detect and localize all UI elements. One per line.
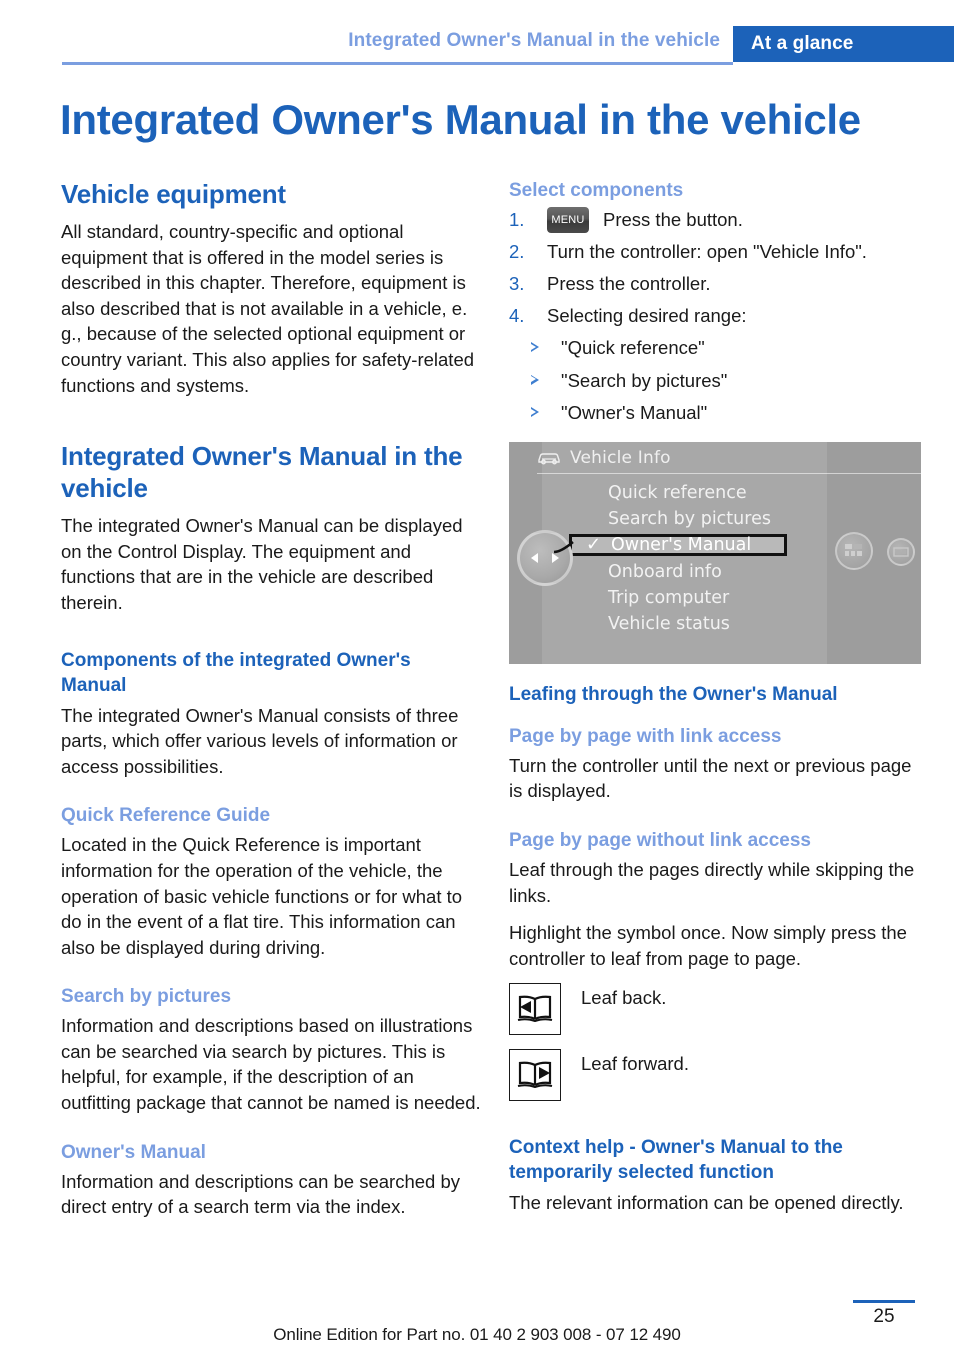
text-integrated-manual: The integrated Owner's Manual can be dis… — [61, 515, 463, 613]
option-item: "Owner's Manual" — [509, 400, 929, 426]
heading-vehicle-equipment: Vehicle equipment — [61, 179, 286, 209]
idrive-titlebar: Vehicle Info — [537, 448, 671, 468]
book-leaf-forward-icon — [509, 1049, 561, 1102]
step-item: 1. MENU Press the button. — [509, 207, 929, 233]
heading-page-with-link-access: Page by page with link access — [509, 725, 782, 747]
footer-rule — [853, 1300, 915, 1303]
header-section-tab-label: At a glance — [751, 33, 854, 54]
book-leaf-forward-glyph — [517, 1061, 553, 1089]
right-column: Select components 1. MENU Press the butt… — [509, 178, 929, 1216]
step-text: Selecting desired range: — [547, 305, 747, 326]
step-item: 2. Turn the controller: open "Vehicle In… — [509, 239, 929, 265]
header-section-tab: At a glance — [733, 26, 954, 62]
heading-quick-reference-guide: Quick Reference Guide — [61, 805, 271, 827]
step-number: 4. — [509, 305, 525, 326]
page-title: Integrated Owner's Manual in the vehicle — [60, 96, 861, 143]
idrive-menu-item-selected[interactable]: ✓ Owner's Manual — [569, 533, 787, 556]
step-number: 1. — [509, 209, 525, 230]
idrive-menu-list: Quick reference Search by pictures ✓ Own… — [569, 480, 855, 637]
menu-button-icon[interactable]: MENU — [547, 207, 589, 233]
heading-owners-manual: Owner's Manual — [61, 1141, 206, 1163]
display-glyph-icon — [893, 547, 909, 557]
left-column: Vehicle equipment All standard, country-… — [61, 178, 481, 1220]
option-label: "Owner's Manual" — [561, 402, 708, 424]
option-label: "Quick reference" — [561, 337, 705, 358]
symbol-row-leaf-back: Leaf back. — [509, 983, 929, 1036]
symbol-label-leaf-forward: Leaf forward. — [581, 1053, 689, 1075]
heading-integrated-manual: Integrated Owner's Manual in the vehicle — [61, 441, 463, 504]
step-number: 2. — [509, 241, 525, 262]
idrive-menu-item[interactable]: Trip computer — [605, 585, 855, 611]
heading-leafing: Leafing through the Owner's Manual — [509, 683, 838, 705]
header-rule — [62, 62, 733, 65]
keypad-glyph-icon — [845, 544, 862, 557]
idrive-screenshot: Vehicle Info Quick reference Search by p… — [509, 441, 921, 664]
book-leaf-back-icon — [509, 983, 561, 1036]
step-text: Turn the controller: open "Vehicle Info"… — [547, 241, 867, 262]
symbol-label-leaf-back: Leaf back. — [581, 987, 667, 1009]
page-header: Integrated Owner's Manual in the vehicle… — [0, 0, 954, 65]
heading-select-components: Select components — [509, 180, 684, 201]
idrive-menu-item[interactable]: Onboard info — [605, 559, 855, 585]
keypad-icon[interactable] — [835, 531, 873, 570]
controller-knob-icon[interactable] — [517, 529, 573, 586]
step-text: Press the button. — [603, 209, 743, 231]
step-number: 3. — [509, 273, 525, 294]
select-components-steps: 1. MENU Press the button. 2. Turn the co… — [509, 207, 929, 329]
symbol-row-leaf-forward: Leaf forward. — [509, 1049, 929, 1102]
triangle-bullet-icon — [531, 407, 539, 418]
checkmark-icon: ✓ — [586, 533, 602, 555]
text-owners-manual: Information and descriptions can be sear… — [61, 1170, 461, 1218]
heading-page-without-link-access: Page by page without link access — [509, 829, 811, 851]
text-page-without-link-access-2: Highlight the symbol once. Now simply pr… — [509, 922, 907, 969]
heading-search-by-pictures: Search by pictures — [61, 986, 232, 1008]
option-item: "Quick reference" — [509, 335, 929, 361]
triangle-bullet-icon — [531, 342, 539, 352]
option-label: "Search by pictures" — [561, 369, 728, 391]
heading-context-help: Context help - Owner's Manual to the tem… — [509, 1137, 843, 1184]
text-components: The integrated Owner's Manual consists o… — [61, 704, 459, 777]
header-chapter-label: Integrated Owner's Manual in the vehicle — [348, 30, 720, 51]
idrive-menu-item-label: Owner's Manual — [611, 534, 752, 555]
arrow-right-icon — [552, 552, 559, 563]
callout-leader-line — [553, 540, 574, 554]
text-search-by-pictures: Information and descriptions based on il… — [61, 1015, 481, 1114]
text-page-with-link-access: Turn the controller until the next or pr… — [509, 754, 912, 802]
select-components-options: "Quick reference" "Search by pictures" "… — [509, 335, 929, 426]
text-vehicle-equipment: All standard, country-specific and optio… — [61, 221, 475, 396]
idrive-menu-item[interactable]: Search by pictures — [605, 506, 855, 532]
triangle-bullet-icon — [531, 374, 539, 385]
text-page-without-link-access-1: Leaf through the pages directly while sk… — [509, 858, 915, 906]
idrive-menu-item[interactable]: Quick reference — [605, 480, 855, 506]
idrive-screen-title: Vehicle Info — [570, 447, 671, 468]
idrive-menu-item[interactable]: Vehicle status — [605, 611, 855, 637]
car-icon — [538, 453, 560, 465]
step-item: 4. Selecting desired range: — [509, 303, 929, 329]
text-quick-reference-guide: Located in the Quick Reference is import… — [61, 834, 463, 958]
step-item: 3. Press the controller. — [509, 271, 929, 297]
document-page: Integrated Owner's Manual in the vehicle… — [0, 0, 954, 1354]
display-icon[interactable] — [887, 537, 915, 566]
arrow-left-icon — [531, 552, 538, 563]
footer-edition-text: Online Edition for Part no. 01 40 2 903 … — [273, 1325, 681, 1344]
text-context-help: The relevant information can be opened d… — [509, 1192, 904, 1214]
heading-components: Components of the integrated Owner's Man… — [61, 649, 411, 696]
option-item: "Search by pictures" — [509, 368, 929, 394]
idrive-separator — [537, 472, 921, 474]
step-text: Press the controller. — [547, 273, 711, 294]
book-leaf-back-glyph — [517, 995, 553, 1023]
